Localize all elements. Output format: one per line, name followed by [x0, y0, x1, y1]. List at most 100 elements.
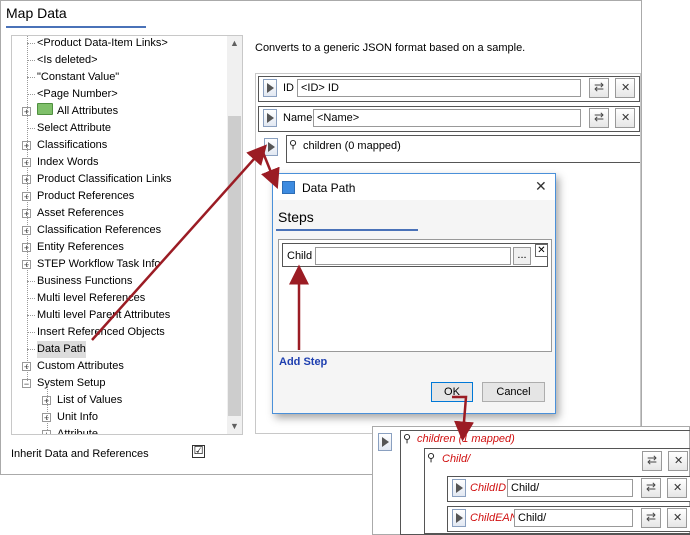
tree-connector — [47, 385, 48, 430]
tree-item[interactable]: Entity References — [37, 239, 124, 256]
scrollbar-thumb[interactable] — [228, 116, 241, 416]
children-play-icon[interactable] — [378, 433, 392, 451]
tree-item-label: Business Functions — [37, 275, 133, 287]
play-icon[interactable] — [263, 79, 277, 97]
tree-item[interactable]: Product Classification Links — [37, 171, 172, 188]
row-label: ChildID — [470, 482, 507, 494]
tree-item[interactable]: STEP Workflow Task Info — [37, 256, 161, 273]
scroll-down-icon[interactable]: ▼ — [227, 419, 242, 434]
steps-heading: Steps — [278, 209, 314, 225]
name-field[interactable]: <Name> — [313, 109, 581, 127]
result-row-childean: ChildEAN Child/ — [447, 506, 690, 532]
tree-item[interactable]: Asset References — [37, 205, 124, 222]
tree-item[interactable]: Classifications — [37, 137, 107, 154]
tree-connector — [27, 349, 35, 350]
tree-item-label: <Product Data-Item Links> — [37, 37, 168, 49]
cancel-button[interactable]: Cancel — [482, 382, 545, 402]
remove-icon[interactable] — [667, 478, 687, 498]
child-step-field[interactable] — [315, 247, 511, 265]
remove-icon[interactable] — [615, 78, 635, 98]
row-label: ChildEAN — [470, 512, 518, 524]
children-mapped-box: ⚲ children (1 mapped) ⚲ Child/ ChildID C… — [400, 430, 690, 535]
tree-item[interactable]: Multi level Parent Attributes — [37, 307, 170, 324]
tree-item[interactable]: <Product Data-Item Links> — [37, 36, 168, 52]
result-preview: ⚲ children (1 mapped) ⚲ Child/ ChildID C… — [372, 426, 690, 535]
tree-scrollbar[interactable]: ▲ ▼ — [227, 36, 242, 434]
tree-item-label: Product References — [37, 190, 135, 202]
tree-connector — [27, 298, 35, 299]
tree-item[interactable]: Multi level References — [37, 290, 145, 307]
tree-item-label: Unit Info — [57, 411, 98, 423]
tree-connector — [27, 60, 35, 61]
tree-item[interactable]: Data Path — [37, 341, 86, 358]
tree-item-label: Custom Attributes — [37, 360, 124, 372]
add-step-link[interactable]: Add Step — [279, 356, 327, 368]
key-icon: ⚲ — [427, 452, 436, 464]
window-icon — [282, 181, 295, 194]
link-icon[interactable] — [589, 78, 609, 98]
link-icon[interactable] — [642, 451, 662, 471]
link-icon[interactable] — [641, 508, 661, 528]
steps-underline — [276, 229, 418, 231]
tree-item-label: Data Path — [37, 343, 86, 355]
tree-item[interactable]: <Is deleted> — [37, 52, 98, 69]
remove-icon[interactable] — [668, 451, 688, 471]
tree-item[interactable]: Product References — [37, 188, 134, 205]
tree-item[interactable]: List of Values — [57, 392, 122, 409]
close-icon[interactable]: ✕ — [535, 178, 547, 195]
scroll-up-icon[interactable]: ▲ — [227, 36, 242, 51]
tree-item[interactable]: Business Functions — [37, 273, 132, 290]
tree-item-label: Insert Referenced Objects — [37, 326, 165, 338]
tree-item[interactable]: Custom Attributes — [37, 358, 124, 375]
tree-item[interactable]: "Constant Value" — [37, 69, 119, 86]
remove-icon[interactable] — [667, 508, 687, 528]
dialog-title: Data Path — [302, 181, 356, 195]
tree-item-label: Product Classification Links — [37, 173, 172, 185]
tree-item[interactable]: Unit Info — [57, 409, 98, 426]
tree-item-label: STEP Workflow Task Info — [37, 258, 161, 270]
tree-item[interactable]: Attribute — [57, 426, 98, 434]
tree-item-label: <Page Number> — [37, 88, 118, 100]
tree-item[interactable]: All Attributes — [37, 103, 118, 120]
tree-connector — [27, 94, 35, 95]
browse-button[interactable]: ... — [513, 247, 531, 265]
play-icon[interactable] — [452, 479, 466, 497]
tree-item[interactable]: Classification References — [37, 222, 161, 239]
children-play-icon[interactable] — [264, 138, 278, 156]
tree-item[interactable]: Insert Referenced Objects — [37, 324, 165, 341]
play-icon[interactable] — [263, 109, 277, 127]
play-icon[interactable] — [452, 509, 466, 527]
mapping-row-id: ID <ID> ID — [258, 76, 640, 102]
child-mapping-box: ⚲ Child/ ChildID Child/ ChildEAN Child/ — [424, 448, 690, 534]
remove-icon[interactable] — [615, 108, 635, 128]
id-field[interactable]: <ID> ID — [297, 79, 581, 97]
childid-field[interactable]: Child/ — [507, 479, 633, 497]
steps-panel: Child ... ✕ — [278, 239, 552, 352]
child-mapped-label: Child/ — [442, 453, 471, 465]
children-mapped-label: children (1 mapped) — [417, 433, 515, 445]
tree-item[interactable]: Index Words — [37, 154, 99, 171]
childean-field[interactable]: Child/ — [514, 509, 633, 527]
tree-item-label: "Constant Value" — [37, 71, 120, 83]
dialog-titlebar: Data Path ✕ — [273, 174, 555, 200]
step-label: Child — [287, 250, 313, 262]
tree-connector — [27, 315, 35, 316]
tree-item[interactable]: Select Attribute — [37, 120, 111, 137]
link-icon[interactable] — [589, 108, 609, 128]
tree-item-label: <Is deleted> — [37, 54, 98, 66]
tree-connector — [27, 128, 35, 129]
inherit-label: Inherit Data and References — [11, 448, 149, 460]
tree-item[interactable]: <Page Number> — [37, 86, 118, 103]
tree-item-label: Multi level References — [37, 292, 146, 304]
ok-button[interactable]: OK — [431, 382, 473, 402]
tree-expander-icon[interactable]: + — [42, 430, 51, 434]
remove-step-icon[interactable]: ✕ — [535, 244, 548, 257]
tree-item-label: Entity References — [37, 241, 124, 253]
tree-item-label: List of Values — [57, 394, 123, 406]
children-label: children (0 mapped) — [303, 140, 401, 152]
inherit-checkbox[interactable]: ☑ — [192, 445, 205, 458]
tree-item-label: Classification References — [37, 224, 162, 236]
attribute-tree[interactable]: <Product Data-Item Links> <Is deleted> "Co… — [11, 35, 243, 435]
description-text: Converts to a generic JSON format based … — [255, 42, 526, 54]
link-icon[interactable] — [641, 478, 661, 498]
